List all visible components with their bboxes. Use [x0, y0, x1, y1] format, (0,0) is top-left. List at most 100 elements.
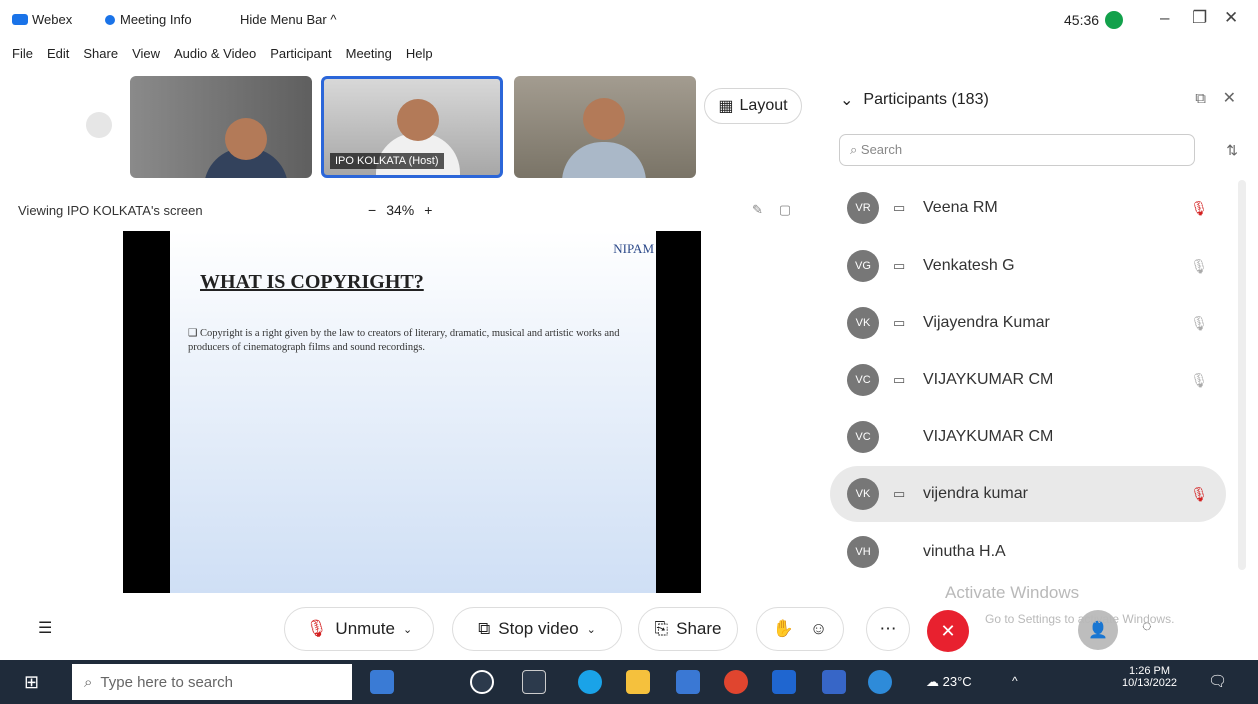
participant-row[interactable]: VR ▭ Veena RM 🎙 [830, 180, 1226, 236]
share-icon: ⎘ [654, 619, 669, 638]
avatar: VK [847, 307, 879, 339]
layout-button[interactable]: ▦ Layout [704, 88, 802, 124]
menu-file[interactable]: File [12, 46, 33, 70]
menu-audio-video[interactable]: Audio & Video [174, 46, 256, 70]
close-panel-icon[interactable]: ✕ [1223, 88, 1236, 108]
zoom-in-button[interactable]: + [424, 202, 432, 218]
leave-meeting-button[interactable]: ✕ [927, 610, 969, 652]
store-icon[interactable] [676, 670, 700, 694]
participant-row-selected[interactable]: VK ▭ vijendra kumar 🎙 [830, 466, 1226, 522]
participant-row[interactable]: VG ▭ Venkatesh G 🎙 [830, 238, 1226, 294]
task-view-icon[interactable] [522, 670, 546, 694]
avatar: VC [847, 364, 879, 396]
muted-mic-icon: 🎙 [1190, 257, 1208, 274]
unmute-button[interactable]: 🎙 Unmute ⌄ [284, 607, 434, 651]
cortana-icon[interactable] [470, 670, 494, 694]
share-button[interactable]: ⎘ Share [638, 607, 738, 651]
video-thumbnail[interactable] [130, 76, 312, 178]
webex-logo-icon [12, 14, 28, 25]
zoom-out-button[interactable]: − [368, 202, 376, 218]
more-icon: ⋯ [879, 619, 897, 638]
participant-search-input[interactable]: ⌕ Search [839, 134, 1195, 166]
participant-row[interactable]: VK ▭ Vijayendra Kumar 🎙 [830, 295, 1226, 351]
avatar: VK [847, 478, 879, 510]
taskbar-clock[interactable]: 1:26 PM 10/13/2022 [1122, 665, 1177, 689]
restore-button[interactable]: ❐ [1192, 8, 1207, 28]
annotate-icon[interactable]: ✎ [752, 202, 763, 218]
sort-icon[interactable]: ⇅ [1226, 142, 1238, 159]
chrome-icon[interactable] [724, 670, 748, 694]
chat-icon[interactable]: ☰ [38, 618, 52, 638]
menu-edit[interactable]: Edit [47, 46, 69, 70]
close-icon: ✕ [940, 620, 956, 641]
meeting-timer: 45:36 [1064, 11, 1124, 29]
webex-taskbar-icon[interactable] [772, 670, 796, 694]
previous-video-button[interactable] [86, 112, 112, 138]
avatar: VG [847, 250, 879, 282]
hide-menu-bar-button[interactable]: Hide Menu Bar ^ [240, 12, 336, 27]
participant-row[interactable]: VH vinutha H.A [830, 524, 1226, 580]
slide-logo: NIPAM [613, 241, 654, 256]
participant-row[interactable]: VC ▭ VIJAYKUMAR CM 🎙 [830, 352, 1226, 408]
camera-icon: ⧉ [478, 619, 491, 638]
more-options-button[interactable]: ⋯ [866, 607, 910, 651]
menu-help[interactable]: Help [406, 46, 433, 70]
participant-name: Venkatesh G [923, 257, 1015, 274]
meeting-info-button[interactable]: Meeting Info [105, 12, 192, 27]
menu-share[interactable]: Share [83, 46, 118, 70]
avatar: VC [847, 421, 879, 453]
device-icon: ▭ [893, 486, 906, 501]
avatar: VH [847, 536, 879, 568]
chevron-down-icon: ⌄ [402, 623, 413, 636]
participant-video-figure [562, 142, 646, 178]
chevron-down-icon: ⌄ [840, 92, 854, 109]
taskbar-search-input[interactable]: ⌕ Type here to search [72, 664, 352, 700]
title-bar: Webex Meeting Info Hide Menu Bar ^ 45:36… [0, 0, 1258, 44]
app-icon[interactable] [822, 670, 846, 694]
chevron-down-icon: ⌄ [586, 623, 596, 636]
weather-widget[interactable]: ☁ 23°C [926, 674, 972, 690]
menu-meeting[interactable]: Meeting [346, 46, 392, 70]
stop-video-button[interactable]: ⧉ Stop video ⌄ [452, 607, 622, 651]
reactions-group: ✋ ☺ [756, 607, 844, 651]
share-view-tools: ✎ ▢ [752, 202, 791, 218]
muted-mic-icon: 🎙 [1190, 199, 1208, 216]
close-window-button[interactable]: ✕ [1224, 8, 1238, 28]
participant-name: VIJAYKUMAR CM [923, 371, 1054, 388]
notifications-icon[interactable]: 🗨 [1208, 672, 1227, 690]
layout-icon: ▦ [718, 98, 734, 115]
slide-title: WHAT IS COPYRIGHT? [200, 271, 424, 293]
windows-start-icon[interactable]: ⊞ [24, 672, 39, 693]
muted-mic-icon: 🎙 [1190, 485, 1208, 502]
participants-header[interactable]: ⌄ Participants (183) [840, 90, 989, 110]
video-thumbnail-host[interactable]: IPO KOLKATA (Host) [321, 76, 503, 178]
participants-scrollbar[interactable] [1238, 180, 1246, 570]
edge-icon[interactable] [578, 670, 602, 694]
app-icon[interactable] [868, 670, 892, 694]
reactions-icon[interactable]: ☺ [810, 619, 827, 639]
participant-name: VIJAYKUMAR CM [923, 428, 1054, 445]
video-thumbnail[interactable] [514, 76, 696, 178]
minimize-button[interactable]: – [1160, 8, 1169, 28]
participant-name: vinutha H.A [923, 543, 1006, 560]
muted-mic-icon: 🎙 [1190, 371, 1208, 388]
slide-bullet: ❑ Copyright is a right given by the law … [188, 328, 620, 353]
participant-head [583, 98, 625, 140]
menu-view[interactable]: View [132, 46, 160, 70]
participant-name: vijendra kumar [923, 485, 1028, 502]
fit-screen-icon[interactable]: ▢ [779, 202, 791, 218]
avatar: VR [847, 192, 879, 224]
muted-mic-icon: 🎙 [1190, 314, 1208, 331]
chevron-up-icon: ^ [330, 12, 337, 27]
participant-row[interactable]: VC VIJAYKUMAR CM [830, 409, 1226, 465]
file-explorer-icon[interactable] [626, 670, 650, 694]
participant-name: Vijayendra Kumar [923, 314, 1050, 331]
pop-out-icon[interactable]: ⧉ [1195, 90, 1206, 107]
device-icon: ▭ [893, 372, 906, 387]
raise-hand-icon[interactable]: ✋ [773, 619, 794, 639]
device-icon: ▭ [893, 200, 906, 215]
news-widget-icon[interactable] [370, 670, 394, 694]
activate-windows-subtext: Go to Settings to activate Windows. [985, 612, 1175, 626]
menu-participant[interactable]: Participant [270, 46, 331, 70]
system-tray[interactable]: ^ [1012, 674, 1018, 688]
